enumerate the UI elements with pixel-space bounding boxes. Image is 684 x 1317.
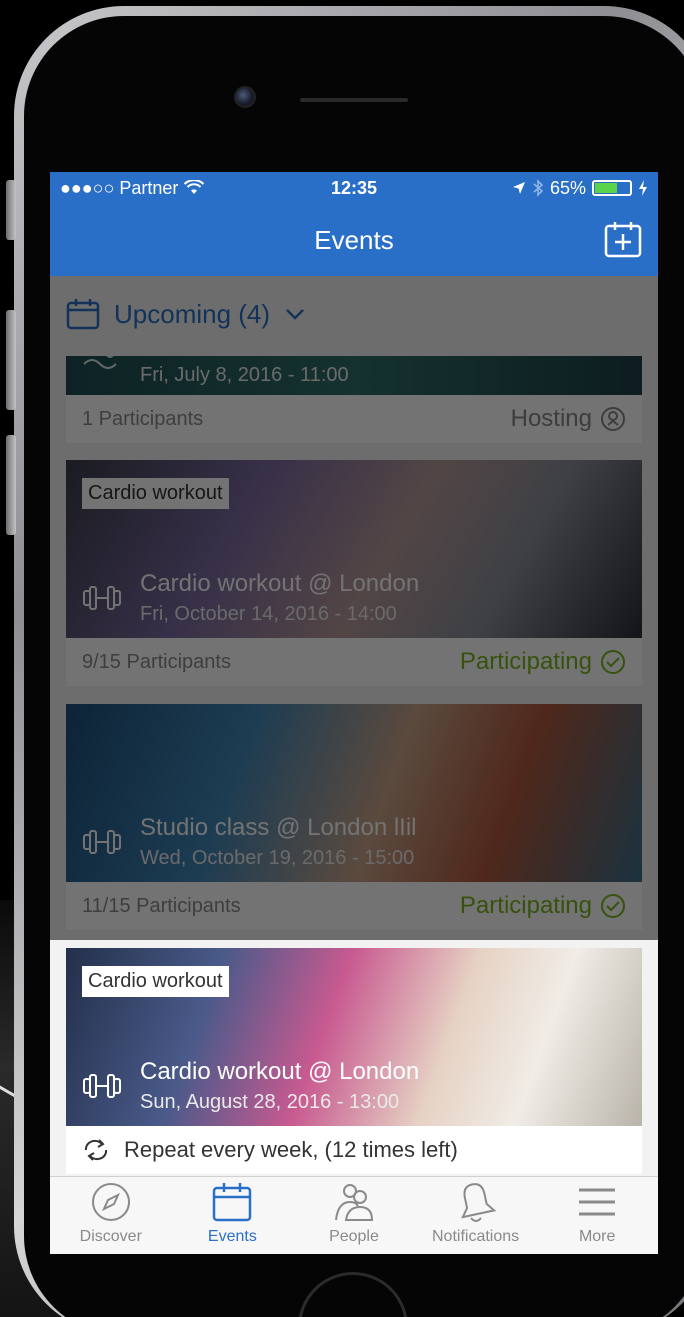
bluetooth-icon	[533, 179, 544, 197]
chevron-down-icon	[286, 309, 304, 320]
page-title: Events	[314, 224, 394, 255]
location-icon	[512, 182, 525, 194]
category-tag: Cardio workout	[82, 478, 229, 509]
event-card[interactable]: Studio class @ London lIil Wed, October …	[66, 704, 642, 930]
participant-count: 9/15 Participants	[82, 650, 231, 673]
repeat-label: Repeat every week, (12 times left)	[124, 1137, 458, 1162]
charging-icon	[639, 180, 647, 196]
battery-icon	[592, 180, 632, 196]
tab-discover[interactable]: Discover	[50, 1177, 172, 1254]
volume-up-button	[6, 310, 16, 410]
check-circle-icon	[601, 650, 625, 674]
wifi-icon	[184, 180, 205, 194]
check-circle-icon	[601, 894, 625, 918]
calendar-icon	[66, 299, 100, 330]
hosting-status: Hosting	[511, 405, 626, 433]
hosting-label: Hosting	[510, 405, 592, 432]
event-date: Fri, October 14, 2016 - 14:00	[140, 603, 397, 625]
app-screen: ●●●○○ Partner 12:35 65% Events Upcoming …	[50, 172, 658, 1254]
front-camera	[234, 86, 256, 108]
compass-icon	[91, 1183, 130, 1221]
bell-icon	[460, 1183, 496, 1222]
repeat-icon	[84, 1139, 108, 1161]
participating-label: Participating	[459, 648, 592, 675]
tab-label: Discover	[79, 1228, 142, 1245]
event-date: Sun, August 28, 2016 - 13:00	[140, 1091, 400, 1113]
tab-label: People	[329, 1228, 379, 1245]
tab-people[interactable]: People	[293, 1177, 415, 1254]
people-icon	[334, 1184, 373, 1221]
participant-count: 11/15 Participants	[82, 894, 241, 917]
event-card[interactable]: Cardio workout Cardio workout @ London F…	[66, 460, 642, 686]
event-card-highlighted[interactable]: Cardio workout Cardio workout @ London S…	[66, 948, 642, 1174]
swim-icon	[83, 356, 117, 369]
tab-label: Events	[207, 1228, 257, 1245]
navigation-bar: Events	[50, 204, 658, 276]
filter-label: Upcoming (4)	[114, 298, 271, 329]
event-title: Studio class @ London lIil	[140, 814, 417, 841]
tab-bar: Discover Events People Notifications Mor…	[50, 1176, 658, 1254]
participant-count: 1 Participants	[82, 407, 204, 430]
mute-switch	[6, 180, 16, 240]
carrier-label: ●●●○○ Partner	[60, 177, 179, 198]
participating-label: Participating	[459, 892, 592, 919]
earpiece-speaker	[300, 98, 408, 102]
dumbbell-icon	[83, 1074, 121, 1098]
participating-status: Participating	[460, 648, 626, 676]
dumbbell-icon	[83, 830, 121, 854]
category-tag: Cardio workout	[82, 966, 229, 997]
volume-down-button	[6, 435, 16, 535]
event-title: Cardio workout @ London	[140, 1058, 420, 1085]
tab-more[interactable]: More	[536, 1177, 658, 1254]
menu-icon	[579, 1188, 616, 1216]
tab-events[interactable]: Events	[172, 1177, 294, 1254]
participating-status: Participating	[460, 892, 626, 920]
tab-label: Notifications	[432, 1228, 520, 1245]
calendar-icon	[213, 1183, 252, 1222]
event-title: Cardio workout @ London	[140, 570, 420, 597]
event-date: Fri, July 8, 2016 - 11:00	[140, 364, 349, 386]
event-date: Wed, October 19, 2016 - 15:00	[140, 847, 415, 869]
battery-percent: 65%	[549, 177, 586, 198]
event-filter-dropdown[interactable]: Upcoming (4)	[50, 276, 658, 352]
status-bar: ●●●○○ Partner 12:35 65%	[50, 172, 658, 204]
dumbbell-icon	[83, 586, 121, 610]
add-event-icon[interactable]	[604, 220, 642, 258]
tab-label: More	[578, 1228, 616, 1245]
host-badge-icon	[601, 407, 625, 431]
event-card[interactable]: Fri, July 8, 2016 - 11:00 1 Participants…	[66, 356, 642, 443]
tab-notifications[interactable]: Notifications	[415, 1177, 537, 1254]
